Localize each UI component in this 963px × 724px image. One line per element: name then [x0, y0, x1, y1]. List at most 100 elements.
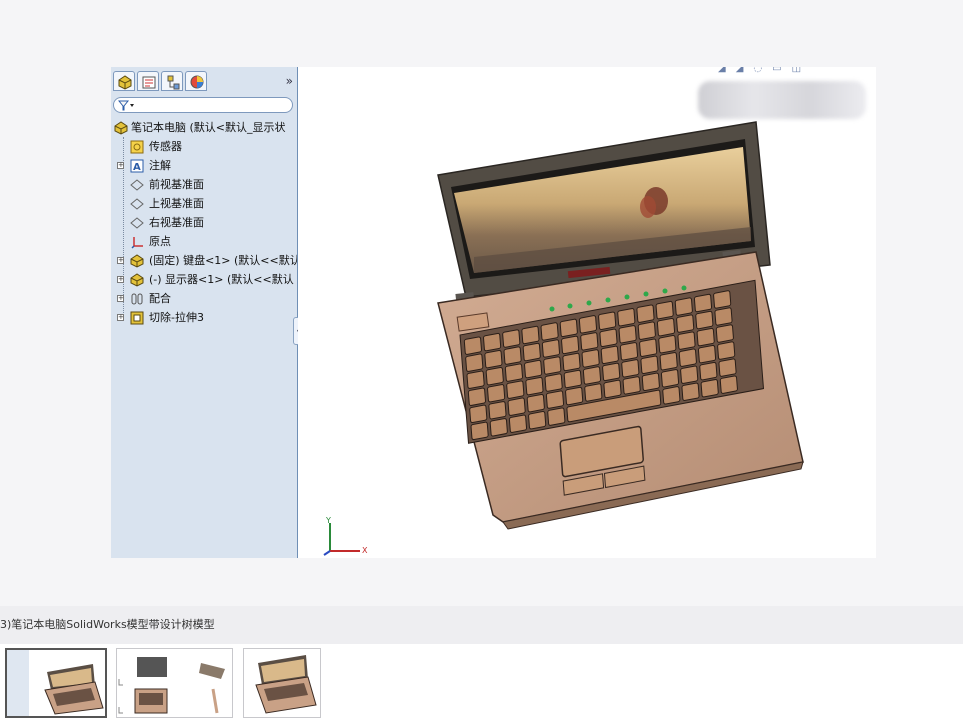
keyboard-key	[506, 380, 525, 399]
expand-toggle[interactable]: +	[117, 314, 124, 321]
expand-toggle[interactable]: +	[117, 257, 124, 264]
property-manager-icon	[142, 76, 156, 89]
keyboard-key	[521, 325, 540, 345]
keyboard-key	[618, 325, 637, 344]
keyboard-key	[524, 359, 543, 379]
filter-icon	[118, 100, 134, 111]
svg-text:A: A	[133, 162, 141, 173]
keyboard-key	[547, 407, 566, 426]
keyboard-key	[528, 411, 547, 430]
keyboard-key	[655, 300, 674, 320]
keyboard-key	[636, 304, 655, 323]
keyboard-key	[603, 379, 622, 399]
cut-extrude-icon	[130, 311, 144, 325]
axis-x-label: X	[362, 546, 368, 555]
tree-item-root-assembly[interactable]: 笔记本电脑 (默认<默认_显示状	[111, 119, 297, 137]
thumbnail-2-image	[118, 657, 225, 714]
keyboard-key	[680, 365, 699, 384]
tree-item-cut-extrude[interactable]: + 切除-拉伸3	[111, 309, 297, 327]
coordinate-triad: Y X	[323, 517, 368, 556]
tree-item-top-plane[interactable]: 上视基准面	[111, 195, 297, 213]
configuration-manager-icon	[167, 75, 180, 90]
keyboard-key	[487, 384, 506, 403]
keyboard-key	[525, 376, 544, 396]
keyboard-key	[660, 369, 680, 388]
main-image-area: » 笔记本电脑 (默认<默认_显示状 传感器 + A 注解 前视基准面 上视基准…	[0, 0, 963, 606]
keyboard-key	[622, 376, 641, 395]
expand-toggle[interactable]: +	[117, 162, 124, 169]
tree-item-origin[interactable]: 原点	[111, 233, 297, 251]
component-icon	[130, 273, 144, 287]
keyboard-key	[713, 290, 732, 309]
thumbnail-strip	[0, 644, 963, 724]
solidworks-screenshot: » 笔记本电脑 (默认<默认_显示状 传感器 + A 注解 前视基准面 上视基准…	[111, 67, 876, 558]
expand-toggle[interactable]: +	[117, 295, 124, 302]
display-manager-tab[interactable]	[185, 71, 207, 91]
keyboard-key	[674, 297, 693, 316]
keyboard-key	[662, 386, 681, 405]
thumbnail-2[interactable]	[116, 648, 233, 718]
tree-item-front-plane[interactable]: 前视基准面	[111, 176, 297, 194]
expand-toggle[interactable]: +	[117, 276, 124, 283]
keyboard-key	[563, 369, 582, 389]
keyboard-key	[507, 397, 526, 416]
tree-item-right-plane[interactable]: 右视基准面	[111, 214, 297, 232]
tree-filter-input[interactable]	[113, 97, 293, 113]
component-icon	[130, 254, 144, 268]
assembly-icon	[114, 121, 128, 135]
keyboard-key	[545, 390, 565, 409]
keyboard-key	[584, 383, 603, 402]
thumbnail-1[interactable]	[5, 648, 107, 718]
tabs-overflow-button[interactable]: »	[286, 73, 293, 89]
sensor-icon	[130, 140, 144, 154]
laptop-model	[437, 121, 804, 530]
keyboard-key	[581, 349, 600, 368]
keyboard-key	[483, 332, 502, 352]
tree-item-sensors[interactable]: 传感器	[111, 138, 297, 156]
graphics-viewport[interactable]: ◢◢◌▭◫ Y X	[298, 67, 876, 558]
plane-icon	[130, 217, 144, 229]
keyboard-key	[600, 345, 619, 365]
tree-item-mates[interactable]: + 配合	[111, 290, 297, 308]
keyboard-key	[463, 336, 482, 355]
keyboard-key	[641, 372, 660, 392]
keyboard-key	[658, 335, 677, 354]
keyboard-key	[714, 307, 733, 326]
keyboard-key	[700, 379, 719, 398]
keyboard-key	[543, 356, 562, 375]
keyboard-key	[696, 327, 715, 347]
keyboard-key	[699, 361, 718, 381]
keyboard-key	[522, 342, 541, 362]
keyboard-key	[508, 414, 528, 433]
keyboard-key	[602, 362, 621, 382]
keyboard-key	[719, 375, 738, 394]
keyboard-key	[697, 344, 717, 364]
configuration-manager-tab[interactable]	[161, 71, 183, 91]
keyboard-key	[619, 342, 639, 361]
keyboard-key	[503, 346, 522, 365]
thumbnail-3[interactable]	[243, 648, 321, 718]
keyboard-key	[540, 322, 559, 341]
plane-icon	[130, 179, 144, 191]
keyboard-key	[621, 359, 640, 378]
tree-item-label: 注解	[149, 159, 171, 172]
tree-item-label: 传感器	[149, 140, 182, 153]
panel-tab-row: »	[113, 71, 295, 93]
keyboard-key	[467, 387, 486, 406]
keyboard-key	[677, 331, 696, 350]
keyboard-key	[659, 352, 678, 371]
keyboard-key	[717, 341, 736, 360]
keyboard-key	[580, 332, 599, 351]
origin-icon	[131, 237, 143, 249]
keyboard-key	[681, 382, 700, 401]
tree-item-annotations[interactable]: + A 注解	[111, 157, 297, 175]
tree-item-keyboard-component[interactable]: + (固定) 键盘<1> (默认<<默认	[111, 252, 301, 270]
keyboard-key	[565, 386, 584, 406]
keyboard-key	[489, 418, 508, 437]
feature-manager-panel: » 笔记本电脑 (默认<默认_显示状 传感器 + A 注解 前视基准面 上视基准…	[111, 67, 301, 558]
property-manager-tab[interactable]	[137, 71, 159, 91]
tree-item-display-component[interactable]: + (-) 显示器<1> (默认<<默认	[111, 271, 297, 289]
axis-y-label: Y	[325, 517, 331, 525]
keyboard-key	[578, 315, 597, 334]
feature-manager-tab[interactable]	[113, 71, 135, 91]
